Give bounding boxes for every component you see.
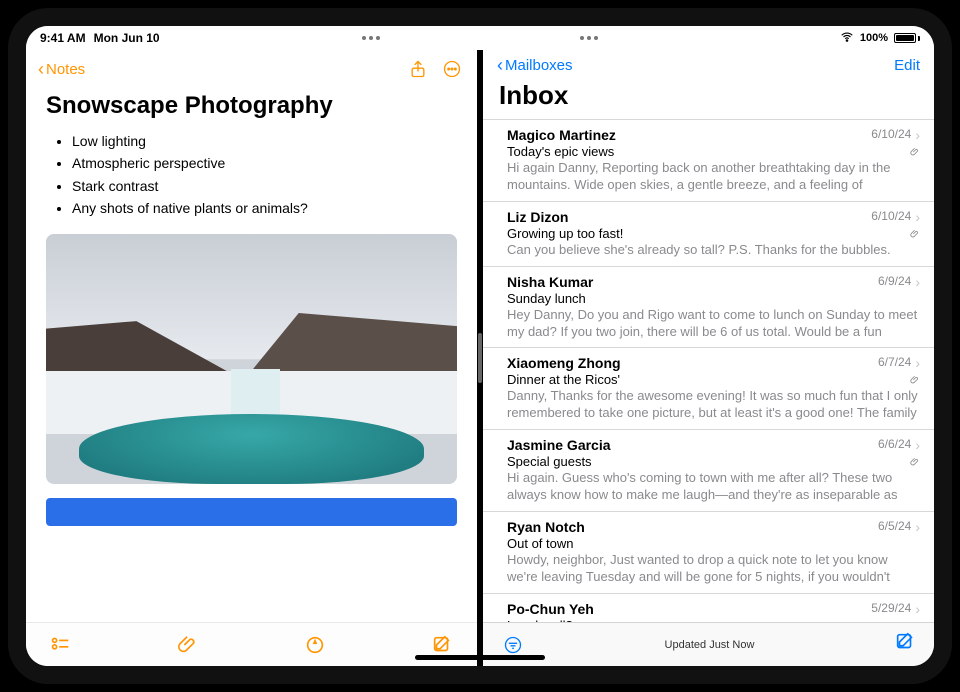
new-note-button[interactable] (429, 632, 455, 658)
multitask-dots-right[interactable] (580, 36, 598, 40)
mail-message-row[interactable]: Xiaomeng Zhong6/7/24 ›Dinner at the Ricos… (483, 348, 934, 430)
note-image-snowscape[interactable] (46, 234, 457, 484)
attachment-icon (910, 226, 920, 244)
status-bar: 9:41 AM Mon Jun 10 100% (26, 26, 934, 50)
mail-subject: Today's epic views (507, 144, 920, 159)
mail-toolbar: Updated Just Now (483, 622, 934, 666)
markup-button[interactable] (302, 632, 328, 658)
checklist-icon (50, 634, 72, 656)
chevron-right-icon: › (915, 601, 920, 617)
compose-mail-button[interactable] (894, 631, 916, 658)
notes-pane: ‹ Notes Snowscape Photography Low lighti… (26, 50, 477, 666)
checklist-button[interactable] (48, 632, 74, 658)
mail-preview: Hey Danny, Do you and Rigo want to come … (507, 307, 920, 341)
home-indicator[interactable] (415, 655, 545, 660)
mail-sender: Ryan Notch (507, 519, 878, 535)
mail-message-row[interactable]: Liz Dizon6/10/24 ›Growing up too fast!Can… (483, 202, 934, 267)
mail-preview: Howdy, neighbor, Just wanted to drop a q… (507, 552, 920, 586)
mail-message-list[interactable]: Magico Martinez6/10/24›Today's epic view… (483, 119, 934, 622)
notes-back-button[interactable]: ‹ Notes (38, 60, 85, 78)
mail-subject: Lunch call? (507, 618, 920, 622)
mail-subject: Special guests (507, 454, 920, 469)
notes-toolbar (26, 622, 477, 666)
battery-percent: 100% (860, 32, 888, 44)
mail-date: 6/10/24 (871, 127, 911, 141)
paperclip-icon (177, 634, 199, 656)
filter-button[interactable] (501, 633, 525, 657)
mail-sender: Po-Chun Yeh (507, 601, 871, 617)
note-title[interactable]: Snowscape Photography (46, 92, 457, 120)
mail-edit-button[interactable]: Edit (894, 57, 920, 74)
wifi-icon (840, 30, 854, 47)
mailboxes-back-button[interactable]: ‹ Mailboxes (497, 56, 573, 74)
chevron-left-icon: ‹ (497, 56, 503, 74)
mail-subject: Growing up too fast! (507, 226, 920, 241)
chevron-right-icon: › (915, 274, 920, 290)
status-date: Mon Jun 10 (94, 31, 160, 45)
mail-sender: Magico Martinez (507, 127, 871, 143)
mail-title: Inbox (483, 80, 934, 119)
compose-icon (894, 631, 916, 653)
mail-sender: Nisha Kumar (507, 274, 878, 290)
mail-preview: Hi again Danny, Reporting back on anothe… (507, 160, 920, 194)
filter-icon (503, 635, 523, 655)
mail-preview: Danny, Thanks for the awesome evening! I… (507, 388, 920, 422)
note-image-second[interactable] (46, 498, 457, 526)
note-bullet-item[interactable]: Low lighting (72, 130, 457, 152)
attach-button[interactable] (175, 632, 201, 658)
mail-subject: Dinner at the Ricos' (507, 372, 920, 387)
compose-icon (431, 634, 453, 656)
note-bullet-list[interactable]: Low lighting Atmospheric perspective Sta… (46, 130, 457, 220)
mail-date: 6/10/24 (871, 209, 911, 223)
markup-icon (304, 634, 326, 656)
mail-date: 6/7/24 (878, 355, 911, 369)
chevron-right-icon: › (915, 519, 920, 535)
chevron-right-icon: › (915, 209, 920, 225)
share-icon (408, 59, 428, 79)
mail-message-row[interactable]: Nisha Kumar6/9/24 ›Sunday lunchHey Danny,… (483, 267, 934, 349)
mail-date: 5/29/24 (871, 601, 911, 615)
mail-message-row[interactable]: Jasmine Garcia6/6/24 ›Special guestsHi ag… (483, 430, 934, 512)
attachment-icon (910, 372, 920, 390)
note-bullet-item[interactable]: Atmospheric perspective (72, 152, 457, 174)
mail-sender: Liz Dizon (507, 209, 871, 225)
attachment-icon (910, 454, 920, 472)
mail-preview: Can you believe she's already so tall? P… (507, 242, 920, 259)
mail-subject: Sunday lunch (507, 291, 920, 306)
note-bullet-item[interactable]: Any shots of native plants or animals? (72, 197, 457, 219)
mail-subject: Out of town (507, 536, 920, 551)
mail-message-row[interactable]: Po-Chun Yeh5/29/24 ›Lunch call? (483, 594, 934, 622)
mail-back-label: Mailboxes (505, 57, 573, 74)
mail-preview: Hi again. Guess who's coming to town wit… (507, 470, 920, 504)
share-button[interactable] (405, 56, 431, 82)
attachment-icon (910, 144, 920, 162)
note-bullet-item[interactable]: Stark contrast (72, 175, 457, 197)
divider-handle[interactable] (478, 333, 482, 383)
mail-sender: Jasmine Garcia (507, 437, 878, 453)
mail-message-row[interactable]: Ryan Notch6/5/24 ›Out of townHowdy, neigh… (483, 512, 934, 594)
chevron-left-icon: ‹ (38, 60, 44, 78)
status-time: 9:41 AM (40, 31, 86, 45)
battery-icon (894, 33, 920, 43)
chevron-right-icon: › (915, 355, 920, 371)
mail-date: 6/9/24 (878, 274, 911, 288)
chevron-right-icon: › (915, 127, 920, 143)
mail-date: 6/6/24 (878, 437, 911, 451)
mail-status: Updated Just Now (525, 639, 894, 651)
notes-back-label: Notes (46, 61, 85, 78)
mail-date: 6/5/24 (878, 519, 911, 533)
more-button[interactable] (439, 56, 465, 82)
multitask-dots-left[interactable] (362, 36, 380, 40)
ellipsis-circle-icon (442, 59, 462, 79)
mail-sender: Xiaomeng Zhong (507, 355, 878, 371)
mail-message-row[interactable]: Magico Martinez6/10/24 ›Today's epic view… (483, 119, 934, 202)
mail-pane: ‹ Mailboxes Edit Inbox Magico Martinez6/… (483, 50, 934, 666)
chevron-right-icon: › (915, 437, 920, 453)
